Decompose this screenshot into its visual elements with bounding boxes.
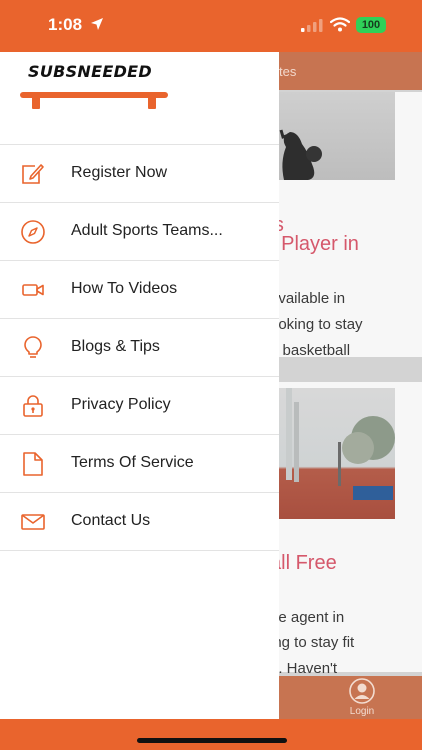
tab-login-label: Login [349,706,375,717]
card-title-line: t Player in [270,233,359,255]
background-header-title: tes [279,64,297,79]
video-icon [22,284,44,296]
battery-indicator: 100 [356,17,386,33]
app-logo: SUBSNEEDED [18,60,170,110]
card-text-line: ing to stay fit [270,634,355,651]
cellular-signal-icon [301,19,323,32]
card-title-line: all Free [270,552,337,574]
user-icon [349,678,375,704]
status-bar: 1:08 100 [0,0,422,52]
menu-item-label: Terms Of Service [71,454,194,471]
menu-item-label: Blogs & Tips [71,338,160,355]
menu-item-terms-of-service[interactable]: Terms Of Service [0,435,279,493]
location-arrow-icon [91,18,103,30]
compass-icon [21,220,45,244]
menu-item-privacy-policy[interactable]: Privacy Policy [0,377,279,435]
menu-item-label: Register Now [71,164,168,181]
menu-item-adult-sports-teams[interactable]: Adult Sports Teams... [0,203,279,261]
menu-item-label: Privacy Policy [71,396,171,413]
card-text-line: ooking to stay [270,316,363,333]
card-text-line: a basketball [270,342,351,359]
edit-icon [22,164,44,184]
tab-login[interactable]: Login [340,678,384,717]
basketball-court-image [278,388,395,519]
document-icon [23,452,43,476]
status-time: 1:08 [48,15,83,34]
drawer-menu: Register Now Adult Sports Teams... How T… [0,144,279,551]
card-text-line: ee agent in [270,609,345,626]
menu-item-how-to-videos[interactable]: How To Videos [0,261,279,319]
menu-item-blogs-tips[interactable]: Blogs & Tips [0,319,279,377]
lock-icon [23,395,43,417]
menu-item-label: Adult Sports Teams... [71,222,223,239]
lightbulb-icon [24,336,42,358]
mail-icon [21,514,45,530]
home-indicator[interactable] [137,738,287,743]
basketball-player-image [278,92,395,180]
menu-item-label: Contact Us [71,512,151,529]
bottom-bar [0,719,422,750]
wifi-icon [330,17,350,32]
menu-item-contact-us[interactable]: Contact Us [0,493,279,551]
menu-item-label: How To Videos [71,280,178,297]
side-drawer: SUBSNEEDED Register Now Adult Sports Tea… [0,52,279,719]
menu-item-register-now[interactable]: Register Now [0,145,279,203]
card-text-line: available in [270,290,346,307]
